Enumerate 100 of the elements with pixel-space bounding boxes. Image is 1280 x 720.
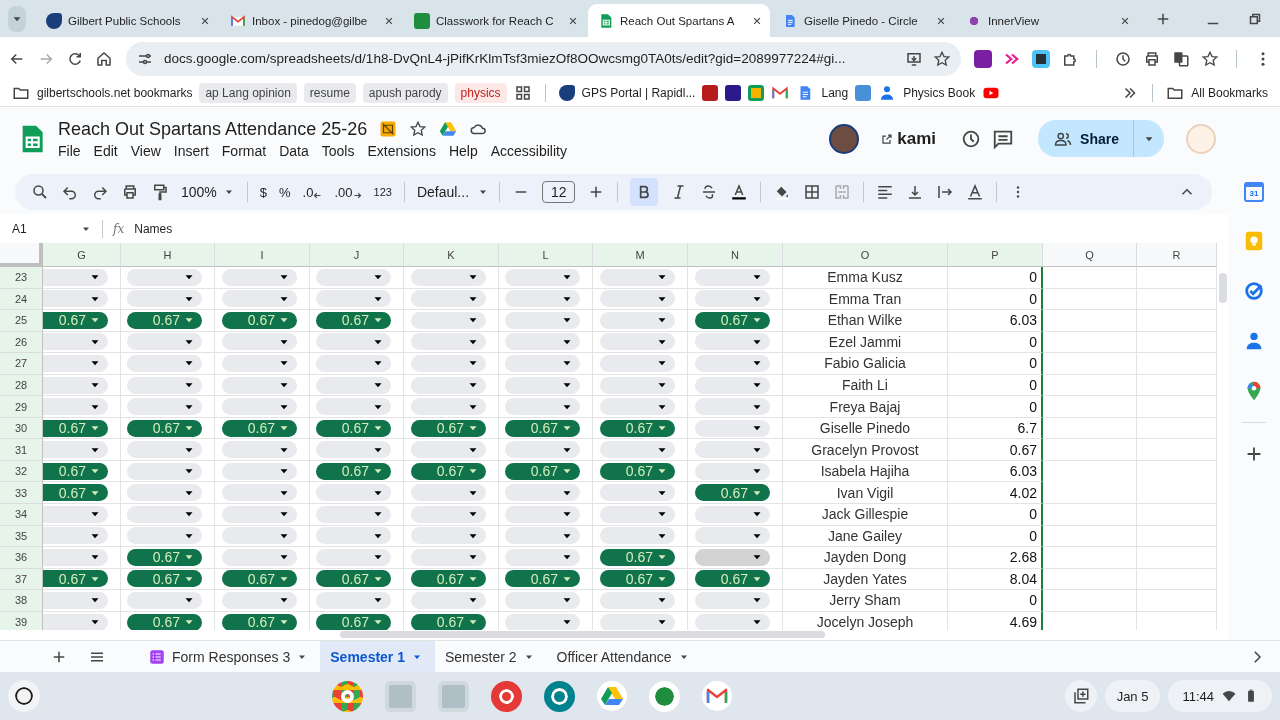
formula-field[interactable]: Names <box>134 221 173 236</box>
dropdown-chip[interactable]: 0.67 <box>43 484 108 502</box>
row-header[interactable]: 25 <box>0 310 43 332</box>
column-header[interactable]: H <box>121 243 215 267</box>
row-header[interactable]: 29 <box>0 396 43 418</box>
number-format-button[interactable]: 123 <box>373 186 392 198</box>
dropdown-chip[interactable]: 0.67 <box>316 462 391 480</box>
dropdown-chip[interactable]: 0.67 <box>316 419 391 437</box>
menu-item[interactable]: Data <box>279 142 309 159</box>
dropdown-chip[interactable]: 0.67 <box>411 462 486 480</box>
bookmark-link[interactable]: Lang <box>821 86 849 100</box>
bookmark-chip[interactable]: resume <box>303 83 356 103</box>
row-header[interactable]: 28 <box>0 374 43 397</box>
row-header[interactable]: 32 <box>0 460 43 483</box>
dropdown-chip[interactable]: 0.67 <box>505 570 580 588</box>
dropdown-chip[interactable]: 0.67 <box>695 570 770 588</box>
column-header[interactable]: K <box>404 243 499 267</box>
menu-item[interactable]: Extensions <box>367 142 436 159</box>
decrease-decimal-button[interactable]: .0 <box>302 184 323 200</box>
dropdown-chip[interactable]: 0.67 <box>43 462 108 480</box>
dropdown-chip[interactable]: 0.67 <box>127 613 202 630</box>
bookmark-chip[interactable]: apush parody <box>362 83 448 103</box>
dropdown-chip[interactable]: 0.67 <box>411 419 486 437</box>
dropdown-chip[interactable]: 0.67 <box>316 613 391 630</box>
bookmark-folder[interactable]: gilbertschools.net bookmarks <box>37 86 193 100</box>
column-header[interactable]: M <box>593 243 688 267</box>
column-header[interactable]: O <box>783 243 948 267</box>
dropdown-chip[interactable]: 0.67 <box>127 570 202 588</box>
menu-item[interactable]: Tools <box>321 142 355 159</box>
dropdown-chip[interactable]: 0.67 <box>411 570 486 588</box>
share-button[interactable]: Share <box>1038 120 1133 157</box>
row-header[interactable]: 24 <box>0 288 43 311</box>
column-header[interactable]: Q <box>1043 243 1137 267</box>
dropdown-chip[interactable]: 0.67 <box>600 419 675 437</box>
row-header[interactable]: 35 <box>0 525 43 548</box>
dropdown-chip[interactable]: 0.67 <box>600 570 675 588</box>
row-header[interactable]: 26 <box>0 331 43 354</box>
bookmark-chip[interactable]: ap Lang opinion <box>199 83 297 103</box>
calendar-icon[interactable]: 31 <box>1244 182 1264 202</box>
bookmark-link[interactable]: GPS Portal | Rapidl... <box>581 86 696 100</box>
browser-tab[interactable]: Gilbert Public Schools <box>36 4 218 37</box>
sheet-tab[interactable]: Form Responses 3 <box>138 641 321 672</box>
font-dropdown[interactable]: Defaul... <box>416 184 487 200</box>
zoom-dropdown[interactable]: 100% <box>181 184 235 200</box>
browser-tab[interactable]: InnerView <box>956 4 1138 37</box>
dropdown-chip[interactable]: 0.67 <box>222 311 297 329</box>
sheet-tab[interactable]: Officer Attendance <box>546 641 702 672</box>
sheet-tab[interactable]: Semester 2 <box>435 641 547 672</box>
currency-button[interactable]: $ <box>259 184 268 200</box>
row-header[interactable]: 23 <box>0 267 43 289</box>
bookmark-chip[interactable]: physics <box>454 83 507 103</box>
dropdown-chip[interactable]: 0.67 <box>127 311 202 329</box>
column-header[interactable]: P <box>948 243 1043 267</box>
column-header[interactable]: L <box>499 243 593 267</box>
name-box[interactable]: A1 <box>12 221 92 236</box>
browser-tab[interactable]: Inbox - pinedog@gilbe <box>220 4 402 37</box>
address-field[interactable]: docs.google.com/spreadsheets/d/1h8-DvQnL4-jPifKrKlmTsf3miezOf8OOwcsmg0TA0ts/edit?gid=2089977224#gi... <box>126 41 961 76</box>
dropdown-chip[interactable]: 0.67 <box>43 570 108 588</box>
menu-item[interactable]: File <box>58 142 81 159</box>
dropdown-chip[interactable]: 0.67 <box>411 613 486 630</box>
document-title[interactable]: Reach Out Spartans Attendance 25-26 <box>58 118 368 140</box>
row-header[interactable]: 30 <box>0 417 43 440</box>
menu-item[interactable]: Accessibility <box>490 142 567 159</box>
dropdown-chip[interactable]: 0.67 <box>505 462 580 480</box>
column-header[interactable]: N <box>688 243 783 267</box>
menu-item[interactable]: Insert <box>173 142 209 159</box>
menu-item[interactable]: Format <box>221 142 267 159</box>
browser-tab[interactable]: Classwork for Reach C <box>404 4 586 37</box>
row-header[interactable]: 34 <box>0 504 43 526</box>
date-button[interactable]: Jan 5 <box>1104 680 1161 712</box>
row-header[interactable]: 33 <box>0 482 43 504</box>
font-size-field[interactable]: 12 <box>541 181 576 203</box>
dropdown-chip[interactable]: 0.67 <box>600 548 675 566</box>
dropdown-chip[interactable]: 0.67 <box>43 311 108 329</box>
column-header[interactable]: I <box>215 243 310 267</box>
column-header[interactable]: R <box>1137 243 1217 267</box>
row-header[interactable]: 31 <box>0 439 43 461</box>
column-header[interactable]: G <box>43 243 121 267</box>
row-header[interactable]: 27 <box>0 353 43 375</box>
kami-logo[interactable]: kami <box>897 128 937 149</box>
dropdown-chip[interactable]: 0.67 <box>316 311 391 329</box>
dropdown-chip[interactable]: 0.67 <box>222 570 297 588</box>
percent-button[interactable]: % <box>279 184 291 200</box>
dropdown-chip[interactable]: 0.67 <box>222 613 297 630</box>
browser-tab[interactable]: Reach Out Spartans A <box>588 4 770 37</box>
increase-decimal-button[interactable]: .00 <box>334 184 362 200</box>
status-area[interactable]: 11:44 <box>1168 680 1272 712</box>
menu-item[interactable]: Edit <box>93 142 118 159</box>
menu-item[interactable]: View <box>130 142 161 159</box>
dropdown-chip[interactable]: 0.67 <box>695 311 770 329</box>
menu-item[interactable]: Help <box>448 142 478 159</box>
bookmark-folder[interactable]: All Bookmarks <box>1191 86 1268 100</box>
dropdown-chip[interactable]: 0.67 <box>316 570 391 588</box>
dropdown-chip[interactable]: 0.67 <box>127 419 202 437</box>
dropdown-chip[interactable]: 0.67 <box>127 548 202 566</box>
column-header[interactable]: J <box>310 243 404 267</box>
dropdown-chip[interactable]: 0.67 <box>505 419 580 437</box>
dropdown-chip[interactable]: 0.67 <box>222 419 297 437</box>
row-header[interactable]: 37 <box>0 568 43 591</box>
dropdown-chip[interactable]: 0.67 <box>695 484 770 502</box>
